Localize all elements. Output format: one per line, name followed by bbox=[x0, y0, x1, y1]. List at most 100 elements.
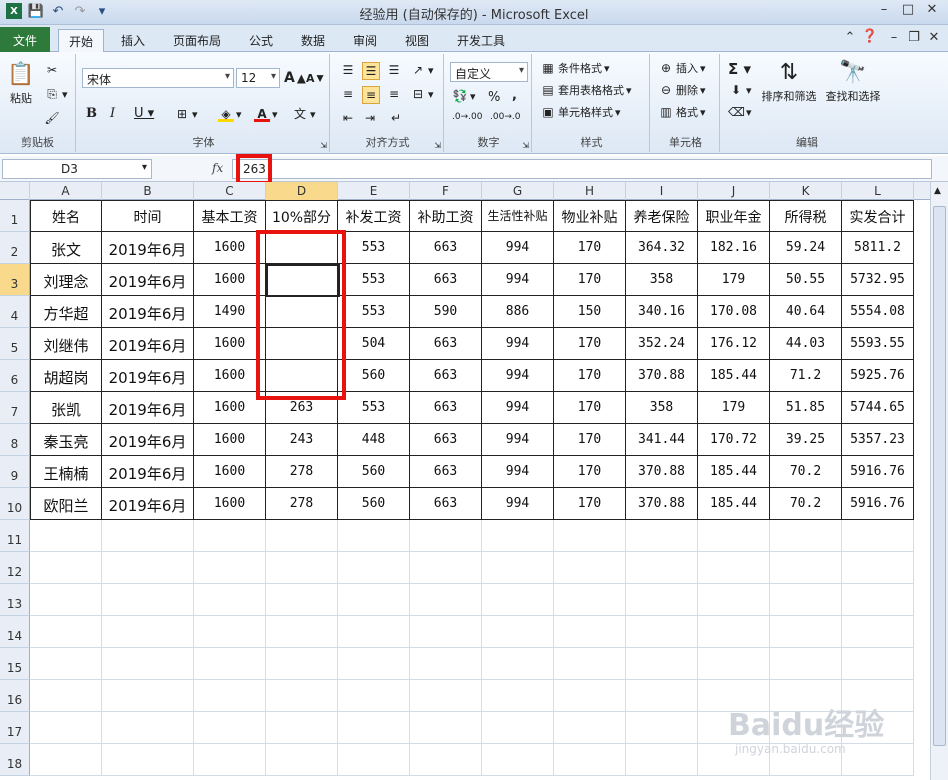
cell-e18[interactable] bbox=[338, 744, 410, 776]
fill-color-button[interactable]: ◈ ▾ bbox=[218, 106, 242, 122]
header-cell-b[interactable]: 时间 bbox=[102, 200, 194, 232]
cell-f16[interactable] bbox=[410, 680, 482, 712]
row-header-2[interactable]: 2 bbox=[0, 232, 30, 264]
cell-h9[interactable]: 170 bbox=[554, 456, 626, 488]
cell-f6[interactable]: 663 bbox=[410, 360, 482, 392]
cell-k10[interactable]: 70.2 bbox=[770, 488, 842, 520]
cell-g9[interactable]: 994 bbox=[482, 456, 554, 488]
row-header-17[interactable]: 17 bbox=[0, 712, 30, 744]
header-cell-l[interactable]: 实发合计 bbox=[842, 200, 914, 232]
tab-page-layout[interactable]: 页面布局 bbox=[164, 29, 230, 52]
cell-h12[interactable] bbox=[554, 552, 626, 584]
row-header-14[interactable]: 14 bbox=[0, 616, 30, 648]
cell-j6[interactable]: 185.44 bbox=[698, 360, 770, 392]
cell-e14[interactable] bbox=[338, 616, 410, 648]
align-bottom-button[interactable]: ☰ bbox=[386, 62, 402, 78]
name-box[interactable]: D3 bbox=[2, 159, 152, 179]
align-top-button[interactable]: ☰ bbox=[340, 62, 356, 78]
column-header-d[interactable]: D bbox=[266, 182, 338, 200]
cell-e4[interactable]: 553 bbox=[338, 296, 410, 328]
cell-c14[interactable] bbox=[194, 616, 266, 648]
cell-j7[interactable]: 179 bbox=[698, 392, 770, 424]
cell-g8[interactable]: 994 bbox=[482, 424, 554, 456]
cell-e3[interactable]: 553 bbox=[338, 264, 410, 296]
cell-i9[interactable]: 370.88 bbox=[626, 456, 698, 488]
copy-button[interactable]: ⎘ ▾ bbox=[44, 86, 67, 102]
tab-home[interactable]: 开始 bbox=[58, 29, 104, 52]
cell-i4[interactable]: 340.16 bbox=[626, 296, 698, 328]
cell-l11[interactable] bbox=[842, 520, 914, 552]
name-box-dropdown-icon[interactable]: ▾ bbox=[142, 162, 147, 173]
cell-f10[interactable]: 663 bbox=[410, 488, 482, 520]
cell-b2[interactable]: 2019年6月 bbox=[102, 232, 194, 264]
cell-h16[interactable] bbox=[554, 680, 626, 712]
cell-l2[interactable]: 5811.2 bbox=[842, 232, 914, 264]
cell-k12[interactable] bbox=[770, 552, 842, 584]
cell-k5[interactable]: 44.03 bbox=[770, 328, 842, 360]
cell-b11[interactable] bbox=[102, 520, 194, 552]
cell-l7[interactable]: 5744.65 bbox=[842, 392, 914, 424]
cell-l9[interactable]: 5916.76 bbox=[842, 456, 914, 488]
cell-b9[interactable]: 2019年6月 bbox=[102, 456, 194, 488]
cell-l4[interactable]: 5554.08 bbox=[842, 296, 914, 328]
active-cell-d3[interactable] bbox=[266, 264, 340, 297]
decrease-decimal-button[interactable]: .00→.0 bbox=[490, 112, 520, 122]
percent-button[interactable]: % bbox=[488, 90, 500, 105]
cell-c8[interactable]: 1600 bbox=[194, 424, 266, 456]
cell-e16[interactable] bbox=[338, 680, 410, 712]
cell-f4[interactable]: 590 bbox=[410, 296, 482, 328]
paste-button[interactable]: 📋 粘贴 bbox=[4, 60, 38, 106]
column-header-a[interactable]: A bbox=[30, 182, 102, 200]
cell-a17[interactable] bbox=[30, 712, 102, 744]
cell-d17[interactable] bbox=[266, 712, 338, 744]
cell-i5[interactable]: 352.24 bbox=[626, 328, 698, 360]
cell-c18[interactable] bbox=[194, 744, 266, 776]
cell-d15[interactable] bbox=[266, 648, 338, 680]
cell-f8[interactable]: 663 bbox=[410, 424, 482, 456]
cell-h13[interactable] bbox=[554, 584, 626, 616]
cell-h11[interactable] bbox=[554, 520, 626, 552]
column-header-b[interactable]: B bbox=[102, 182, 194, 200]
cell-d9[interactable]: 278 bbox=[266, 456, 338, 488]
cell-e7[interactable]: 553 bbox=[338, 392, 410, 424]
row-header-5[interactable]: 5 bbox=[0, 328, 30, 360]
autosum-button[interactable]: Σ ▾ bbox=[728, 60, 751, 78]
cell-j8[interactable]: 170.72 bbox=[698, 424, 770, 456]
cell-a14[interactable] bbox=[30, 616, 102, 648]
cell-b8[interactable]: 2019年6月 bbox=[102, 424, 194, 456]
cell-d11[interactable] bbox=[266, 520, 338, 552]
cell-i6[interactable]: 370.88 bbox=[626, 360, 698, 392]
header-cell-d[interactable]: 10%部分 bbox=[266, 200, 338, 232]
cell-b6[interactable]: 2019年6月 bbox=[102, 360, 194, 392]
row-header-8[interactable]: 8 bbox=[0, 424, 30, 456]
cell-i10[interactable]: 370.88 bbox=[626, 488, 698, 520]
cell-i18[interactable] bbox=[626, 744, 698, 776]
cell-e9[interactable]: 560 bbox=[338, 456, 410, 488]
cell-c15[interactable] bbox=[194, 648, 266, 680]
cell-e11[interactable] bbox=[338, 520, 410, 552]
cell-a10[interactable]: 欧阳兰 bbox=[30, 488, 102, 520]
cell-a15[interactable] bbox=[30, 648, 102, 680]
cell-a18[interactable] bbox=[30, 744, 102, 776]
phonetic-button[interactable]: 文 ▾ bbox=[292, 106, 316, 122]
shrink-font-button[interactable]: A ▼ bbox=[306, 72, 324, 85]
cell-j5[interactable]: 176.12 bbox=[698, 328, 770, 360]
cell-k3[interactable]: 50.55 bbox=[770, 264, 842, 296]
cell-g5[interactable]: 994 bbox=[482, 328, 554, 360]
cell-j9[interactable]: 185.44 bbox=[698, 456, 770, 488]
cell-h3[interactable]: 170 bbox=[554, 264, 626, 296]
cell-l14[interactable] bbox=[842, 616, 914, 648]
header-cell-k[interactable]: 所得税 bbox=[770, 200, 842, 232]
cell-e12[interactable] bbox=[338, 552, 410, 584]
column-header-g[interactable]: G bbox=[482, 182, 554, 200]
row-header-3[interactable]: 3 bbox=[0, 264, 30, 296]
row-header-7[interactable]: 7 bbox=[0, 392, 30, 424]
insert-function-icon[interactable]: fx bbox=[212, 161, 223, 175]
cell-b12[interactable] bbox=[102, 552, 194, 584]
cell-k14[interactable] bbox=[770, 616, 842, 648]
cell-e13[interactable] bbox=[338, 584, 410, 616]
cell-l18[interactable] bbox=[842, 744, 914, 776]
cell-b15[interactable] bbox=[102, 648, 194, 680]
cell-j12[interactable] bbox=[698, 552, 770, 584]
cell-g11[interactable] bbox=[482, 520, 554, 552]
